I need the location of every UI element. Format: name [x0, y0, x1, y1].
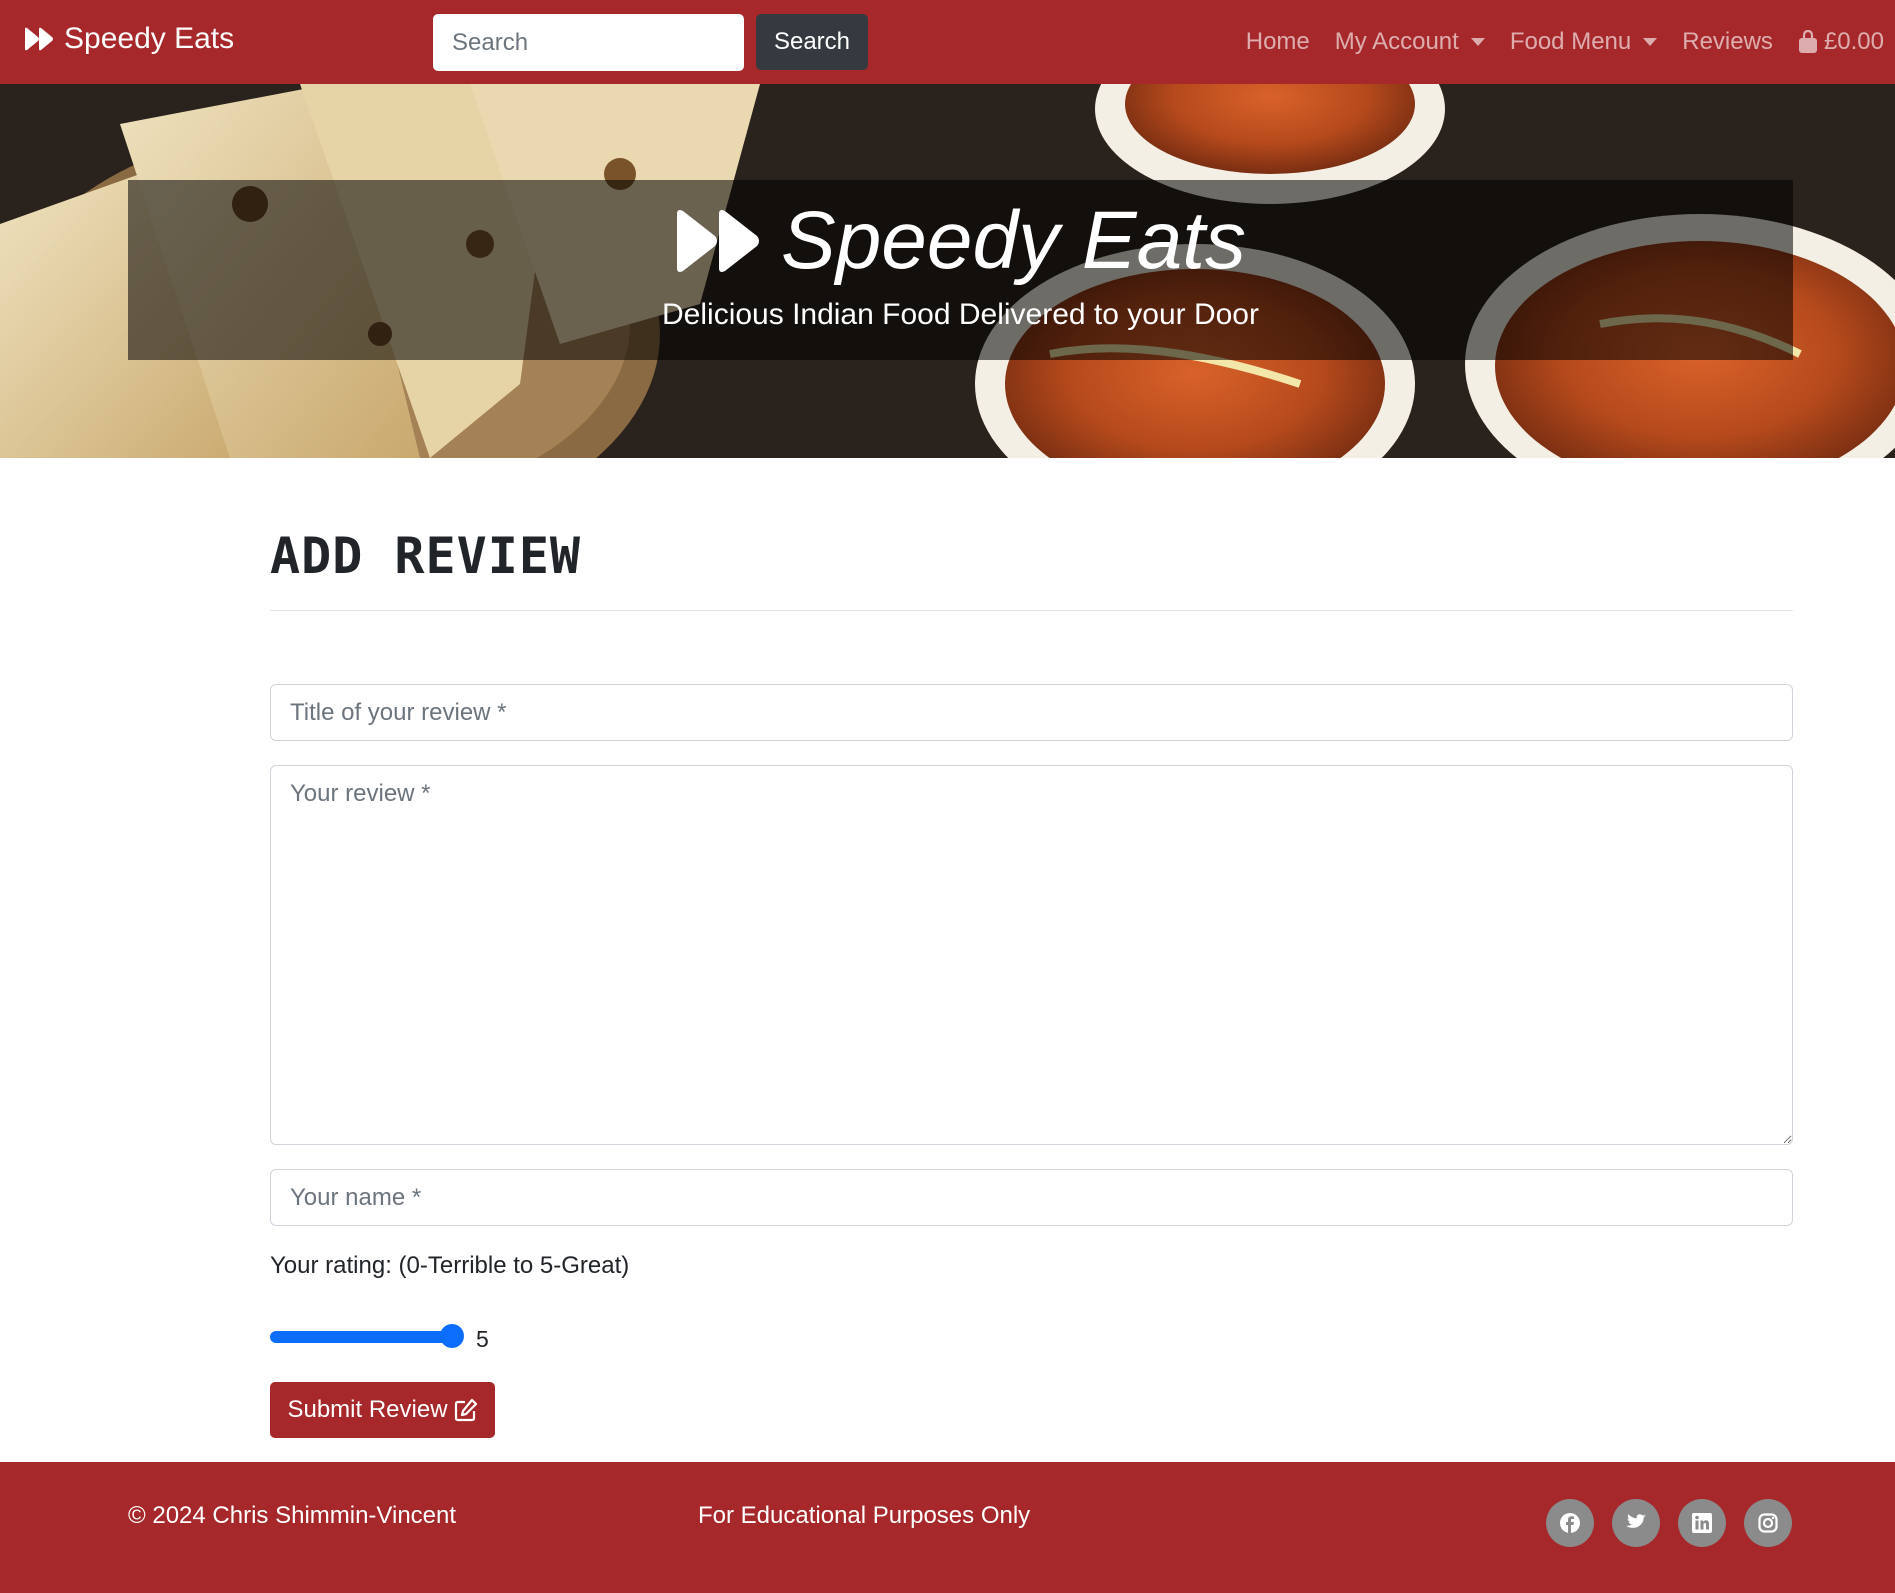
linkedin-link[interactable]	[1678, 1499, 1726, 1547]
linkedin-icon	[1692, 1513, 1712, 1533]
hero-caption: Speedy Eats Delicious Indian Food Delive…	[128, 180, 1793, 360]
rating-label: Your rating: (0-Terrible to 5-Great)	[270, 1252, 630, 1279]
nav-food-menu-label: Food Menu	[1509, 28, 1632, 55]
twitter-link[interactable]	[1612, 1499, 1660, 1547]
instagram-icon	[1758, 1513, 1778, 1533]
submit-review-button[interactable]: Submit Review	[270, 1382, 495, 1438]
nav-my-account-dropdown[interactable]: My Account	[1335, 28, 1485, 56]
footer: © 2024 Chris Shimmin-Vincent For Educati…	[0, 1462, 1895, 1593]
hero-banner: Speedy Eats Delicious Indian Food Delive…	[0, 84, 1895, 458]
shopping-bag-icon	[1798, 30, 1817, 53]
disclaimer-text: For Educational Purposes Only	[698, 1502, 1031, 1529]
rating-value: 5	[476, 1326, 489, 1352]
nav-links: Home My Account Food Menu Reviews £0.00	[1221, 0, 1884, 84]
search-button[interactable]: Search	[756, 14, 868, 70]
nav-basket[interactable]: £0.00	[1798, 28, 1884, 56]
page-title: ADD REVIEW	[270, 527, 582, 585]
search-input[interactable]	[433, 14, 744, 71]
rating-slider-thumb[interactable]	[440, 1324, 464, 1348]
fast-forward-icon	[25, 27, 53, 51]
reviewer-name-field[interactable]	[270, 1169, 1793, 1226]
twitter-icon	[1626, 1514, 1646, 1528]
nav-home-label: Home	[1245, 28, 1310, 55]
submit-review-label: Submit Review	[287, 1396, 448, 1423]
review-body-field[interactable]	[270, 765, 1793, 1145]
nav-my-account-label: My Account	[1334, 28, 1459, 55]
hero-title: Speedy Eats	[128, 194, 1793, 288]
heading-divider	[270, 610, 1793, 611]
basket-total: £0.00	[1823, 28, 1884, 55]
copyright-text: © 2024 Chris Shimmin-Vincent	[128, 1502, 457, 1529]
caret-down-icon	[1470, 38, 1485, 46]
edit-icon	[454, 1398, 477, 1422]
hero-subtitle: Delicious Indian Food Delivered to your …	[662, 298, 1259, 331]
caret-down-icon	[1643, 38, 1658, 46]
nav-home[interactable]: Home	[1246, 28, 1310, 56]
fast-forward-icon	[677, 210, 759, 272]
rating-slider[interactable]	[270, 1331, 462, 1343]
hero-title-text: Speedy Eats	[781, 195, 1246, 286]
facebook-link[interactable]	[1546, 1499, 1594, 1547]
nav-reviews[interactable]: Reviews	[1682, 28, 1773, 56]
brand-label: Speedy Eats	[64, 22, 235, 55]
instagram-link[interactable]	[1744, 1499, 1792, 1547]
review-title-field[interactable]	[270, 684, 1793, 741]
nav-food-menu-dropdown[interactable]: Food Menu	[1509, 28, 1658, 56]
brand-link[interactable]: Speedy Eats	[24, 22, 234, 56]
facebook-icon	[1560, 1513, 1580, 1533]
navbar: Speedy Eats Search Home My Account Food …	[0, 0, 1895, 84]
nav-reviews-label: Reviews	[1682, 28, 1773, 55]
